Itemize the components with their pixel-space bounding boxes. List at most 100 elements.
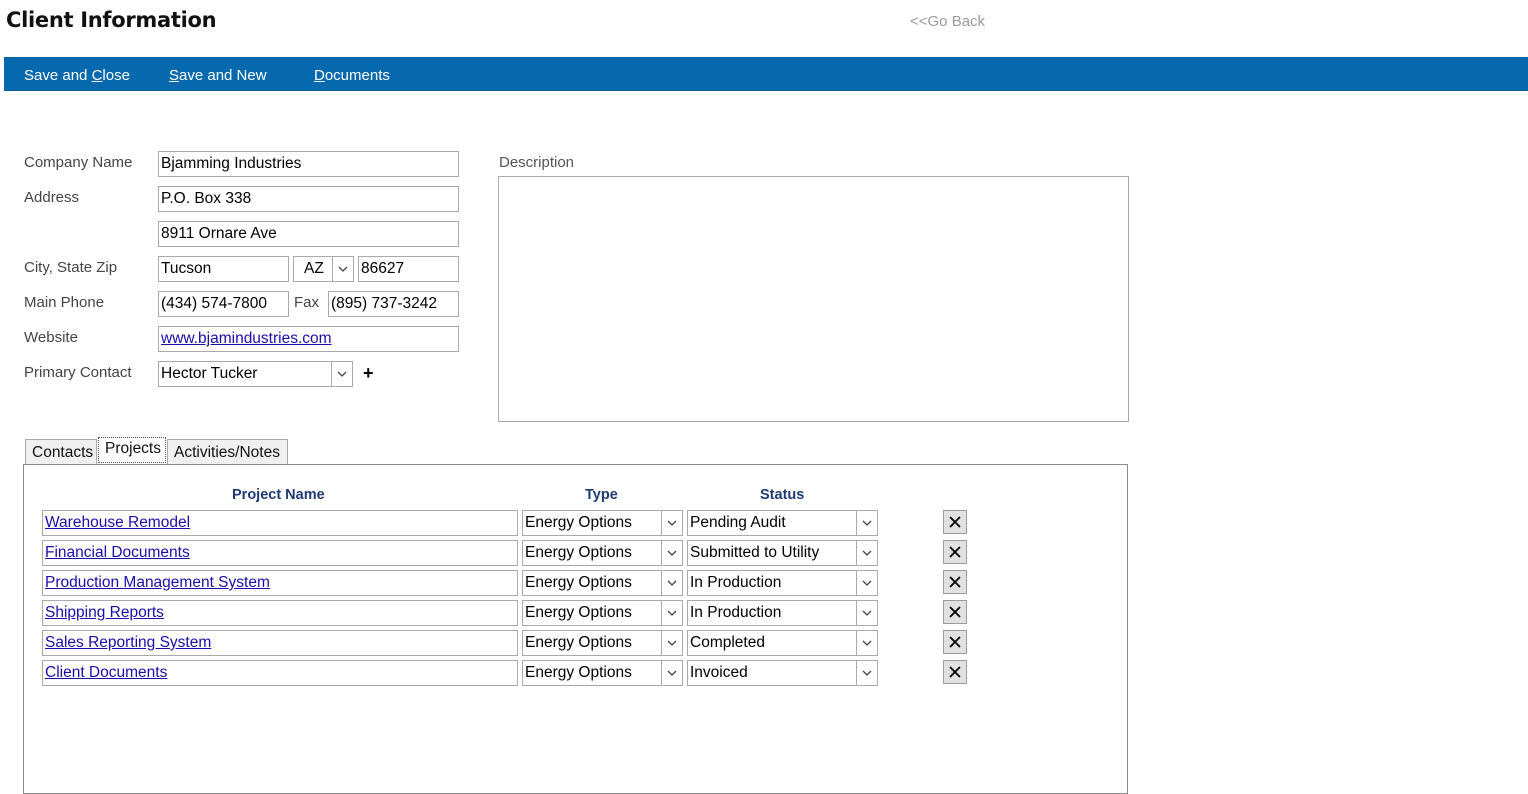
- main-phone-field[interactable]: (434) 574-7800: [158, 291, 289, 317]
- company-name-field[interactable]: Bjamming Industries: [158, 151, 459, 177]
- website-label: Website: [24, 329, 78, 346]
- delete-project-button[interactable]: [943, 570, 967, 594]
- save-and-new-label-post: ave and New: [179, 67, 267, 84]
- column-header-project-name: Project Name: [232, 487, 325, 503]
- project-type-value: Energy Options: [525, 544, 632, 561]
- delete-project-button[interactable]: [943, 630, 967, 654]
- chevron-down-icon[interactable]: [856, 661, 877, 685]
- project-status-select[interactable]: Pending Audit: [687, 510, 878, 536]
- documents-accesskey: D: [314, 67, 325, 84]
- address-label: Address: [24, 189, 80, 206]
- save-and-close-label-pre: Save and: [24, 67, 92, 84]
- chevron-down-icon[interactable]: [332, 257, 353, 281]
- save-and-new-accesskey: S: [169, 67, 180, 84]
- chevron-down-icon[interactable]: [661, 631, 682, 655]
- project-status-value: In Production: [690, 604, 782, 621]
- primary-contact-select[interactable]: Hector Tucker: [158, 361, 353, 387]
- tab-projects[interactable]: Projects: [98, 437, 166, 463]
- project-type-value: Energy Options: [525, 634, 632, 651]
- description-textarea[interactable]: [498, 176, 1129, 422]
- fax-label: Fax: [294, 294, 320, 311]
- tab-activities-notes[interactable]: Activities/Notes: [167, 439, 288, 465]
- save-and-close-accesskey: C: [91, 67, 103, 84]
- project-type-value: Energy Options: [525, 574, 632, 591]
- primary-contact-label: Primary Contact: [24, 364, 132, 381]
- chevron-down-icon[interactable]: [661, 661, 682, 685]
- project-status-value: Invoiced: [690, 664, 748, 681]
- chevron-down-icon[interactable]: [856, 571, 877, 595]
- project-name-link[interactable]: Warehouse Remodel: [45, 514, 190, 531]
- chevron-down-icon[interactable]: [661, 541, 682, 565]
- website-field[interactable]: www.bjamindustries.com: [158, 326, 459, 352]
- chevron-down-icon[interactable]: [856, 601, 877, 625]
- project-type-select[interactable]: Energy Options: [522, 510, 683, 536]
- project-status-select[interactable]: Invoiced: [687, 660, 878, 686]
- close-icon: [948, 545, 962, 559]
- save-and-close-label-post: lose: [102, 67, 130, 84]
- project-name-cell: Financial Documents: [42, 540, 518, 566]
- chevron-down-icon[interactable]: [856, 511, 877, 535]
- main-phone-label: Main Phone: [24, 294, 105, 311]
- project-name-cell: Sales Reporting System: [42, 630, 518, 656]
- chevron-down-icon[interactable]: [331, 362, 352, 386]
- project-type-value: Energy Options: [525, 664, 632, 681]
- save-and-close-button[interactable]: Save and Close: [24, 67, 130, 84]
- go-back-link[interactable]: <<Go Back: [910, 13, 985, 30]
- toolbar: Save and Close Save and New Documents: [4, 57, 1528, 91]
- column-header-status: Status: [760, 487, 805, 503]
- chevron-down-icon[interactable]: [856, 541, 877, 565]
- column-header-type: Type: [585, 487, 618, 503]
- project-name-link[interactable]: Production Management System: [45, 574, 270, 591]
- project-name-link[interactable]: Sales Reporting System: [45, 634, 211, 651]
- project-type-value: Energy Options: [525, 514, 632, 531]
- project-name-link[interactable]: Financial Documents: [45, 544, 190, 561]
- delete-project-button[interactable]: [943, 540, 967, 564]
- project-status-select[interactable]: Submitted to Utility: [687, 540, 878, 566]
- address-line1-field[interactable]: P.O. Box 338: [158, 186, 459, 212]
- close-icon: [948, 575, 962, 589]
- project-type-select[interactable]: Energy Options: [522, 570, 683, 596]
- city-field[interactable]: Tucson: [158, 256, 289, 282]
- project-type-select[interactable]: Energy Options: [522, 540, 683, 566]
- project-name-cell: Warehouse Remodel: [42, 510, 518, 536]
- page-title: Client Information: [6, 8, 217, 32]
- plus-icon[interactable]: +: [363, 363, 374, 384]
- tab-contacts[interactable]: Contacts: [25, 439, 97, 465]
- company-name-label: Company Name: [24, 154, 133, 171]
- project-type-select[interactable]: Energy Options: [522, 600, 683, 626]
- close-icon: [948, 635, 962, 649]
- project-status-select[interactable]: Completed: [687, 630, 878, 656]
- project-name-link[interactable]: Shipping Reports: [45, 604, 164, 621]
- close-icon: [948, 605, 962, 619]
- delete-project-button[interactable]: [943, 510, 967, 534]
- documents-button[interactable]: Documents: [314, 67, 390, 84]
- close-icon: [948, 515, 962, 529]
- project-name-link[interactable]: Client Documents: [45, 664, 167, 681]
- chevron-down-icon[interactable]: [661, 571, 682, 595]
- project-status-value: In Production: [690, 574, 782, 591]
- project-type-select[interactable]: Energy Options: [522, 630, 683, 656]
- fax-field[interactable]: (895) 737-3242: [328, 291, 459, 317]
- address-line2-field[interactable]: 8911 Ornare Ave: [158, 221, 459, 247]
- documents-label-post: ocuments: [324, 67, 390, 84]
- project-type-value: Energy Options: [525, 604, 632, 621]
- save-and-new-button[interactable]: Save and New: [169, 67, 267, 84]
- delete-project-button[interactable]: [943, 600, 967, 624]
- project-name-cell: Production Management System: [42, 570, 518, 596]
- project-name-cell: Client Documents: [42, 660, 518, 686]
- state-select[interactable]: AZ: [293, 256, 354, 282]
- project-status-select[interactable]: In Production: [687, 570, 878, 596]
- primary-contact-value: Hector Tucker: [161, 365, 258, 382]
- project-name-cell: Shipping Reports: [42, 600, 518, 626]
- delete-project-button[interactable]: [943, 660, 967, 684]
- project-status-value: Pending Audit: [690, 514, 786, 531]
- project-type-select[interactable]: Energy Options: [522, 660, 683, 686]
- project-status-select[interactable]: In Production: [687, 600, 878, 626]
- chevron-down-icon[interactable]: [856, 631, 877, 655]
- chevron-down-icon[interactable]: [661, 511, 682, 535]
- zip-field[interactable]: 86627: [358, 256, 459, 282]
- chevron-down-icon[interactable]: [661, 601, 682, 625]
- state-value: AZ: [304, 260, 324, 277]
- city-state-zip-label: City, State Zip: [24, 259, 118, 276]
- project-status-value: Submitted to Utility: [690, 544, 820, 561]
